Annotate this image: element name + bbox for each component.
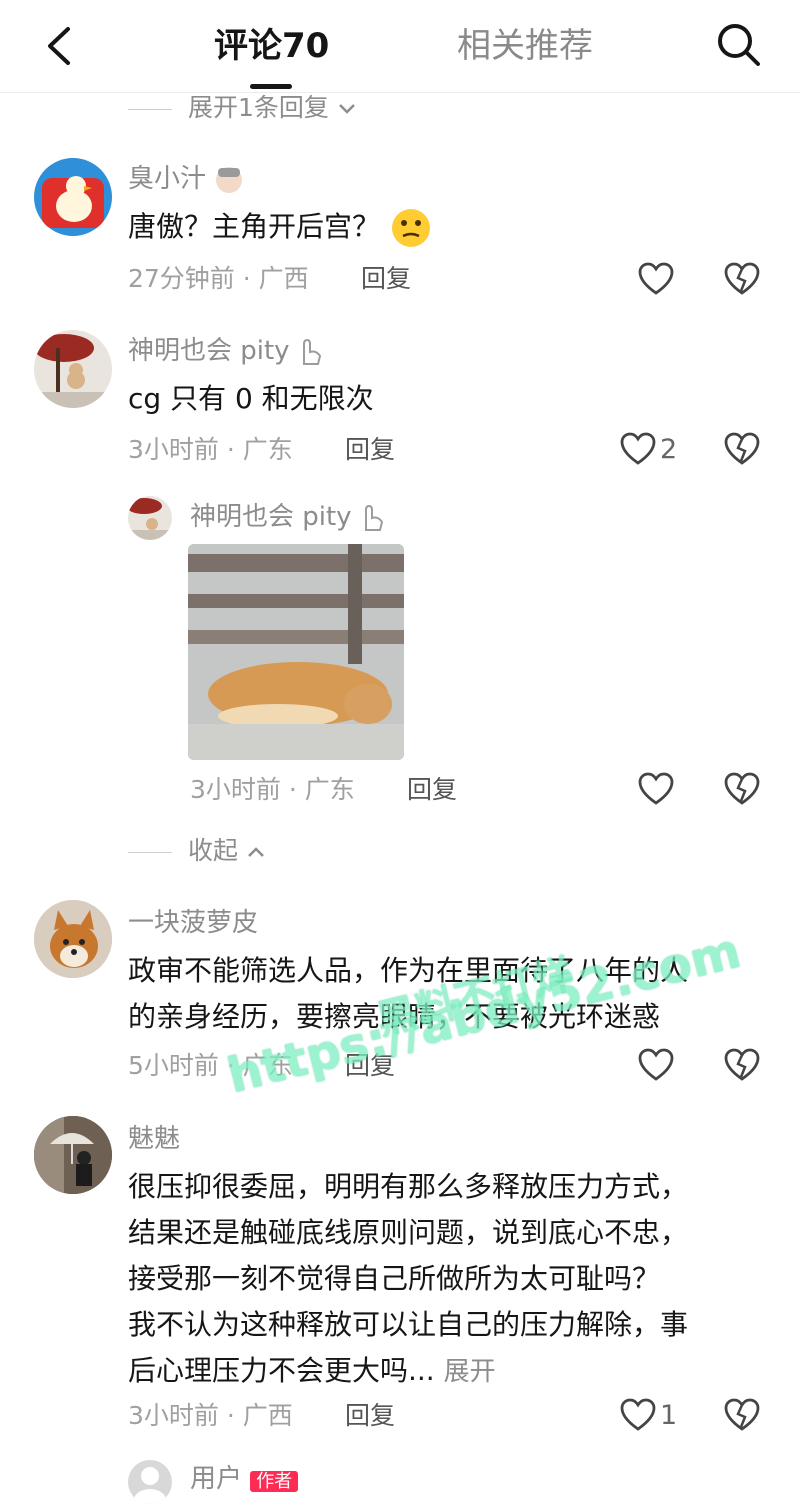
- username[interactable]: 魅魅: [128, 1122, 180, 1156]
- username[interactable]: 臭小汁: [128, 162, 244, 196]
- comment-time-location: 3小时前 · 广东: [128, 435, 293, 464]
- avatar[interactable]: [128, 1460, 172, 1504]
- comment-time-location: 5小时前 · 广东: [128, 1051, 293, 1080]
- tree-bear-avatar-icon: [128, 498, 172, 540]
- comment-time-location: 27分钟前 · 广西: [128, 264, 309, 293]
- chevron-up-icon: [248, 847, 264, 857]
- back-arrow-icon[interactable]: [42, 26, 74, 66]
- tab-comments[interactable]: 评论70: [214, 24, 329, 68]
- avatar[interactable]: [34, 330, 112, 408]
- dislike-broken-heart-icon[interactable]: [724, 1398, 760, 1432]
- avatar[interactable]: [34, 158, 112, 236]
- username[interactable]: 一块菠萝皮: [128, 906, 258, 940]
- user-badge-icon: [216, 166, 243, 193]
- like-count: 2: [660, 434, 678, 465]
- reply-button[interactable]: 回复: [345, 1050, 395, 1082]
- expand-replies-link[interactable]: 展开1条回复: [128, 92, 357, 124]
- avatar[interactable]: [34, 1116, 112, 1194]
- dislike-broken-heart-icon[interactable]: [724, 1048, 760, 1082]
- like-heart-icon[interactable]: [638, 772, 674, 806]
- author-badge: 作者: [250, 1471, 299, 1492]
- hand-badge-icon: [302, 338, 321, 365]
- reply-button[interactable]: 回复: [407, 774, 457, 806]
- comment-text: 唐傲？主角开后宫？: [128, 204, 433, 250]
- comment-text: 政审不能筛选人品，作为在里面待了八年的人 的亲身经历，要擦亮眼睛，不要被光环迷惑: [128, 948, 688, 1040]
- thinking-face-icon: [391, 209, 430, 247]
- search-icon[interactable]: [716, 22, 762, 68]
- tree-bear-avatar-icon: [34, 334, 112, 408]
- comment-text: cg 只有 0 和无限次: [128, 382, 374, 415]
- comment-text-line: 的亲身经历，要擦亮眼睛，不要被光环迷惑: [128, 1000, 661, 1033]
- like-heart-icon[interactable]: [638, 262, 674, 296]
- like-heart-icon[interactable]: [620, 432, 656, 466]
- comment-time-location: 3小时前 · 广西: [128, 1401, 293, 1430]
- comment-text-line: 我不认为这种释放可以让自己的压力解除，事: [128, 1308, 689, 1341]
- expand-replies-label: 展开1条回复: [188, 93, 329, 122]
- reply-button[interactable]: 回复: [361, 263, 411, 295]
- reply-button[interactable]: 回复: [345, 434, 395, 466]
- comment-text: 很压抑很委屈，明明有那么多释放压力方式， 结果还是触碰底线原则问题，说到底心不忠…: [128, 1164, 688, 1395]
- chevron-down-icon: [338, 104, 355, 114]
- active-tab-indicator: [250, 84, 292, 89]
- default-user-icon: [134, 1467, 166, 1504]
- like-heart-icon[interactable]: [638, 1048, 674, 1082]
- top-bar: 评论70 相关推荐: [0, 0, 800, 93]
- avatar[interactable]: [128, 496, 172, 540]
- username[interactable]: 神明也会 pity: [128, 334, 324, 368]
- hand-badge-icon: [364, 504, 383, 531]
- like-count: 1: [660, 1400, 678, 1431]
- sleeping-tiger-image: [188, 544, 404, 760]
- collapse-replies-link[interactable]: 收起: [128, 835, 266, 867]
- expand-text-link[interactable]: 展开: [444, 1357, 496, 1387]
- comment-text-line: 接受那一刻不觉得自己所做所为太可耻吗？: [128, 1262, 661, 1295]
- shiba-dog-avatar-icon: [34, 900, 112, 978]
- reply-image[interactable]: [188, 544, 404, 760]
- collapse-label: 收起: [188, 836, 239, 865]
- dislike-broken-heart-icon[interactable]: [724, 772, 760, 806]
- like-heart-icon[interactable]: [620, 1398, 656, 1432]
- tab-related[interactable]: 相关推荐: [457, 24, 593, 68]
- duck-avatar-icon: [42, 176, 104, 228]
- umbrella-person-avatar-icon: [34, 1116, 112, 1194]
- reply-button[interactable]: 回复: [345, 1400, 395, 1432]
- comment-text-line: 很压抑很委屈，明明有那么多释放压力方式，: [128, 1170, 689, 1203]
- username[interactable]: 用户 作者: [190, 1462, 299, 1496]
- comment-time-location: 3小时前 · 广东: [190, 775, 355, 804]
- username[interactable]: 神明也会 pity: [190, 500, 386, 534]
- comment-text-line: 政审不能筛选人品，作为在里面待了八年的人: [128, 954, 689, 987]
- dislike-broken-heart-icon[interactable]: [724, 262, 760, 296]
- dislike-broken-heart-icon[interactable]: [724, 432, 760, 466]
- comment-text-line: 后心理压力不会更大吗... 展开: [128, 1354, 496, 1387]
- comment-text-line: 结果还是触碰底线原则问题，说到底心不忠，: [128, 1216, 689, 1249]
- avatar[interactable]: [34, 900, 112, 978]
